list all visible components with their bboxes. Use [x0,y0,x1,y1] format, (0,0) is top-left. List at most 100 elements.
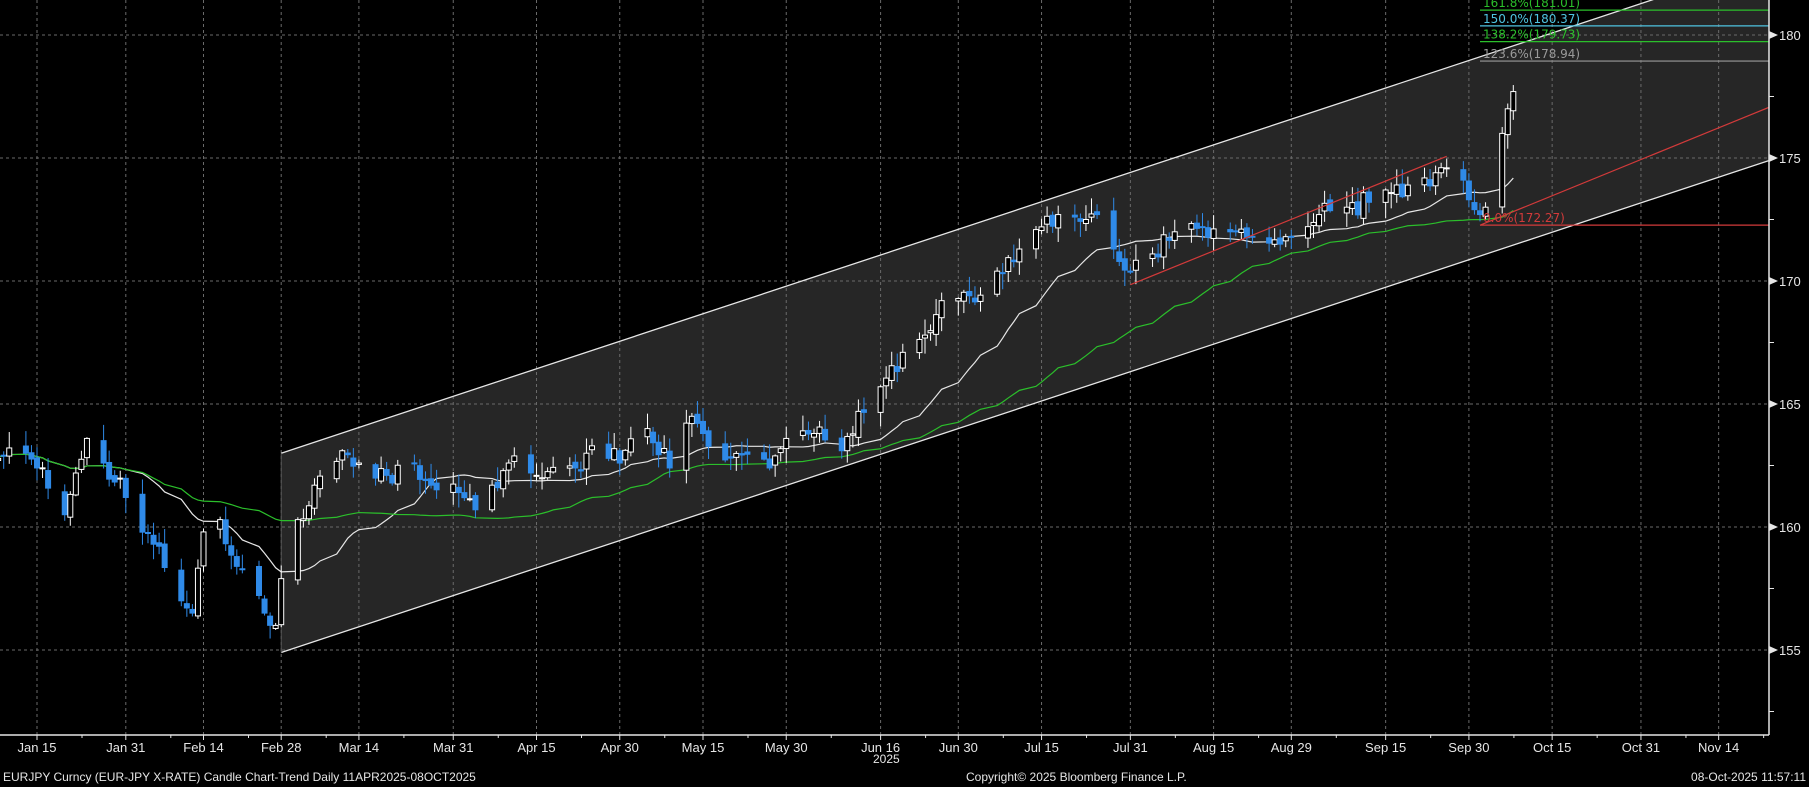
candle-body [838,437,845,452]
candle-body [39,467,46,470]
candle-body [727,456,734,459]
candle-body [1366,191,1372,203]
candle-body [222,519,229,545]
candle-body [688,415,695,425]
candle-body [761,452,768,460]
candle-up [0,457,2,461]
x-tick-label: Jan 15 [17,740,56,755]
candle-body [1266,237,1273,244]
x-tick-label: Sep 15 [1365,740,1406,755]
candle-body [1349,202,1356,209]
x-tick-label: Jul 31 [1113,740,1148,755]
candle-body [61,491,68,516]
candle-body [971,297,978,303]
candle-body [6,447,13,457]
candle-body [1271,239,1278,245]
candle-body [994,270,1001,295]
candle-body [616,450,623,464]
candle-body [1460,169,1467,181]
x-tick-label: Aug 29 [1271,740,1312,755]
y-tick-label: 160 [1779,520,1801,535]
candle-body [1504,108,1511,136]
candle-body [888,365,895,381]
candle-body [472,495,479,511]
candle-body [450,483,457,493]
candle-body [1388,192,1395,195]
candle-body [355,462,362,465]
candle-body [1199,226,1206,229]
candle-body [899,351,906,369]
candle-body [339,450,346,461]
candle-body [1005,257,1012,272]
candle-body [500,470,507,490]
candle-body [544,471,551,479]
candle-body [977,294,984,302]
candle-body [233,556,240,567]
candle-up [83,437,90,466]
candle-body [433,482,440,491]
candle-body [150,534,157,545]
candle-body [466,498,473,501]
candle-body [772,455,779,466]
candle-down [222,506,229,551]
candle-body [145,531,151,534]
candle-body [83,437,90,459]
candle-body [278,578,285,626]
candle-body [1438,167,1445,174]
candle-up [994,267,1001,297]
candle-down [34,447,40,481]
candle-body [855,410,862,438]
candle-down [111,470,118,487]
candle-body [394,464,401,485]
candle-body [183,603,190,609]
candle-body [733,452,740,458]
candle-up [333,457,340,483]
x-tick-label: Mar 14 [339,740,379,755]
candle-body [1427,179,1434,187]
candle-body [766,458,773,469]
candle-body [194,567,201,617]
candle-body [694,413,701,424]
candle-body [744,451,751,455]
candle-body [416,465,423,480]
candle-body [45,470,52,489]
candle-down [189,604,196,617]
candle-body [822,428,829,441]
candle-body [389,474,396,484]
candle-body [877,386,884,413]
candle-body [28,452,35,460]
fib-level-label: 138.2%(179.73) [1483,28,1580,42]
candle-body [1399,183,1406,198]
candle-body [1127,270,1134,273]
candle-body [200,531,207,567]
candle-body [0,457,2,461]
candle-body [294,519,301,581]
candle-body [261,598,268,614]
candle-down [100,424,107,469]
candle-down [239,554,246,574]
y-tick-label: 180 [1779,28,1801,43]
candle-body [966,290,973,297]
candle-body [539,477,546,480]
candle-body [1304,226,1311,239]
candle-body [1227,229,1234,233]
candle-body [1193,222,1200,229]
candle-body [1088,213,1095,218]
x-tick-label: Oct 15 [1533,740,1571,755]
candle-body [1421,177,1428,186]
candle-down [0,451,7,469]
candle-body [217,519,224,530]
y-tick-label: 165 [1779,397,1801,412]
candle-body [916,338,923,354]
candle-body [1205,227,1212,238]
candle-body [383,469,390,476]
candle-body [527,454,534,474]
candle-body [883,377,890,387]
x-axis-year-label: 2025 [873,752,900,766]
candle-body [1077,218,1084,222]
candle-body [267,615,274,626]
candle-body [1310,221,1317,227]
candle-body [860,409,867,413]
candle-body [1160,234,1167,258]
candle-body [505,462,512,471]
